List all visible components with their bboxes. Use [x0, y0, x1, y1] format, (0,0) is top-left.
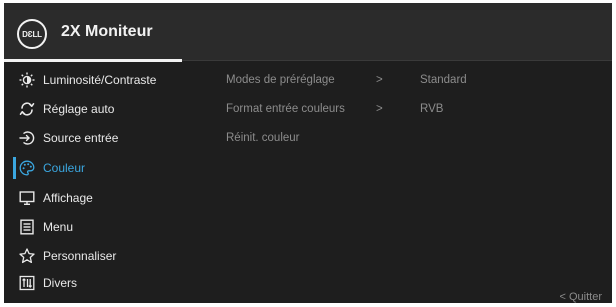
others-icon — [19, 275, 35, 291]
menu-item-label: Réglage auto — [43, 102, 115, 116]
auto-adjust-icon — [19, 101, 35, 117]
menu-item-label: Divers — [43, 276, 78, 290]
chevron-right-icon: > — [376, 103, 383, 115]
menu-item-reglage-auto[interactable]: Réglage auto — [4, 95, 204, 123]
menu-item-source-entree[interactable]: Source entrée — [4, 124, 204, 152]
menu-item-couleur[interactable]: Couleur — [4, 154, 204, 182]
display-icon — [19, 190, 35, 206]
menu-item-divers[interactable]: Divers — [4, 269, 204, 297]
menu-item-label: Personnaliser — [43, 249, 117, 263]
star-icon — [19, 248, 35, 264]
color-palette-icon — [19, 160, 35, 176]
quit-button[interactable]: < Quitter — [560, 291, 603, 303]
menu-item-label: Source entrée — [43, 131, 119, 145]
menu-item-label: Affichage — [43, 191, 93, 205]
submenu-value: RVB — [420, 103, 444, 115]
menu-item-menu[interactable]: Menu — [4, 213, 204, 241]
menu-item-affichage[interactable]: Affichage — [4, 184, 204, 212]
menu-item-label: Luminosité/Contraste — [43, 73, 157, 87]
submenu-label: Réinit. couleur — [226, 132, 300, 144]
submenu-label: Format entrée couleurs — [226, 103, 345, 115]
submenu-row-reset-color[interactable]: Réinit. couleur — [226, 124, 526, 152]
input-source-icon — [19, 130, 35, 146]
dell-logo: DƐLL — [17, 19, 47, 49]
menu-item-luminosite-contraste[interactable]: Luminosité/Contraste — [4, 66, 204, 94]
submenu-value: Standard — [420, 74, 467, 86]
header-underline — [4, 59, 182, 62]
submenu-row-preset-modes[interactable]: Modes de préréglage > Standard — [226, 66, 526, 94]
monitor-title: 2X Moniteur — [61, 23, 153, 40]
osd-frame: DƐLL 2X Moniteur Luminosité/Contraste Ré… — [4, 3, 612, 303]
menu-item-label: Menu — [43, 220, 74, 234]
chevron-right-icon: > — [376, 74, 383, 86]
brightness-icon — [19, 72, 35, 88]
menu-icon — [19, 219, 35, 235]
menu-item-label: Couleur — [43, 161, 86, 175]
header-divider — [182, 60, 612, 61]
osd-header: DƐLL 2X Moniteur — [4, 3, 612, 61]
monitor-osd: DƐLL 2X Moniteur Luminosité/Contraste Ré… — [0, 0, 616, 307]
menu-item-personnaliser[interactable]: Personnaliser — [4, 242, 204, 270]
submenu-row-input-color-format[interactable]: Format entrée couleurs > RVB — [226, 95, 526, 123]
submenu-label: Modes de préréglage — [226, 74, 335, 86]
